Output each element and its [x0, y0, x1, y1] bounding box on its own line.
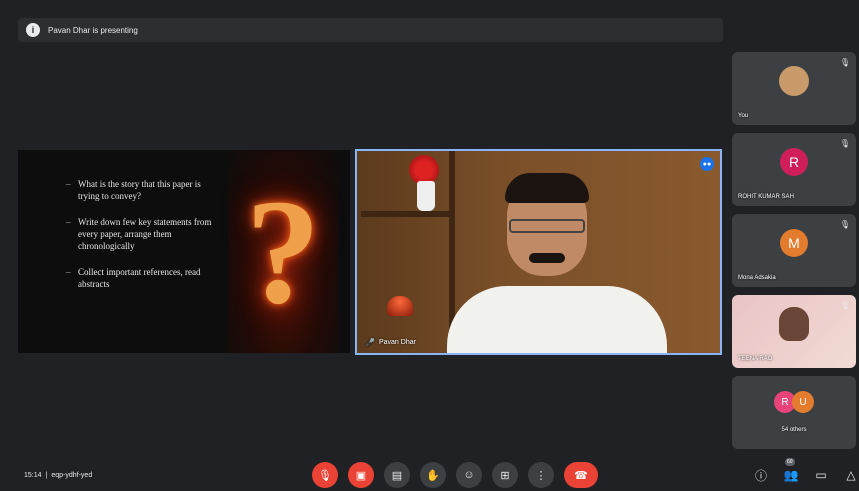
meeting-info: 15:14 | eqp-ydhf-yed — [24, 472, 92, 479]
participant-tile-you[interactable]: 🎙 You — [732, 52, 856, 125]
mic-icon: 🎤 — [365, 338, 375, 347]
people-button[interactable]: 60 👥 — [782, 458, 800, 484]
participant-tile-rohit[interactable]: 🎙 R ROHIT KUMAR SAH — [732, 133, 856, 206]
leave-call-button[interactable]: ☎ — [564, 462, 598, 488]
others-tile[interactable]: R U 54 others — [732, 376, 856, 449]
info-button[interactable]: ⓘ — [752, 466, 770, 484]
meeting-info-separator: | — [45, 472, 48, 479]
vase-decor — [417, 181, 435, 211]
speaking-indicator-icon: ●● — [700, 157, 714, 171]
participant-avatar: M — [780, 229, 808, 258]
person-shirt — [447, 286, 667, 353]
main-video-name-tag: 🎤 Pavan Dhar — [365, 338, 416, 347]
person-mustache — [529, 253, 565, 263]
more-options-button[interactable]: ⋮ — [528, 462, 554, 488]
participant-photo — [779, 307, 809, 342]
participant-name: Mona Adsakia — [738, 275, 776, 281]
slide-bullets: What is the story that this paper is try… — [66, 178, 216, 304]
slide-bullet: What is the story that this paper is try… — [66, 178, 216, 202]
presentation-slide: What is the story that this paper is try… — [18, 150, 350, 353]
captions-button[interactable]: ▤ — [384, 462, 410, 488]
others-avatar: U — [792, 391, 814, 414]
mic-off-icon: 🎙 — [839, 139, 850, 148]
meeting-code[interactable]: eqp-ydhf-yed — [51, 472, 92, 479]
participant-name: You — [738, 113, 749, 119]
others-count: 54 others — [781, 427, 807, 433]
bottom-toolbar: 15:14 | eqp-ydhf-yed 🎙 ▣ ▤ ✋ ☺ ⊞ ⋮ ☎ ⓘ 6… — [0, 458, 859, 491]
people-count-badge: 60 — [785, 458, 795, 466]
main-video-tile[interactable]: ●● 🎤 Pavan Dhar — [355, 149, 722, 355]
chat-button[interactable]: ▭ — [812, 466, 830, 484]
lamp-decor — [387, 296, 413, 316]
participant-tile-teena[interactable]: 🎙 TEENA RAO — [732, 295, 856, 368]
shelf — [361, 211, 449, 217]
meeting-time: 15:14 — [24, 472, 42, 479]
present-button[interactable]: ⊞ — [492, 462, 518, 488]
people-icon: 👥 — [783, 468, 799, 482]
raise-hand-button[interactable]: ✋ — [420, 462, 446, 488]
participant-avatar: R — [780, 148, 808, 177]
activities-button[interactable]: △ — [842, 466, 859, 484]
main-video-name: Pavan Dhar — [378, 339, 416, 346]
question-mark-fire-image: ? — [228, 150, 338, 353]
person-hair — [505, 173, 589, 203]
person-glasses — [509, 219, 585, 233]
participant-tile-mona[interactable]: 🎙 M Mona Adsakia — [732, 214, 856, 287]
mic-off-icon: 🎙 — [839, 301, 850, 310]
question-mark-glyph: ? — [245, 168, 321, 335]
mic-toggle-button[interactable]: 🎙 — [312, 462, 338, 488]
participant-name: TEENA RAO — [738, 356, 773, 362]
slide-bullet: Collect important references, read abstr… — [66, 266, 216, 290]
presenting-text: Pavan Dhar is presenting — [48, 25, 138, 35]
side-panel-controls: ⓘ 60 👥 ▭ △ — [752, 458, 859, 484]
participant-name: ROHIT KUMAR SAH — [738, 194, 794, 200]
presenter-avatar-icon: i — [26, 23, 40, 37]
mic-off-icon: 🎙 — [839, 58, 850, 67]
call-controls: 🎙 ▣ ▤ ✋ ☺ ⊞ ⋮ ☎ — [312, 462, 598, 488]
emoji-button[interactable]: ☺ — [456, 462, 482, 488]
others-avatars: R U — [774, 391, 814, 414]
camera-toggle-button[interactable]: ▣ — [348, 462, 374, 488]
mic-off-icon: 🎙 — [839, 220, 850, 229]
slide-bullet: Write down few key statements from every… — [66, 216, 216, 252]
presenting-banner: i Pavan Dhar is presenting — [18, 18, 723, 42]
participant-photo — [779, 66, 809, 97]
